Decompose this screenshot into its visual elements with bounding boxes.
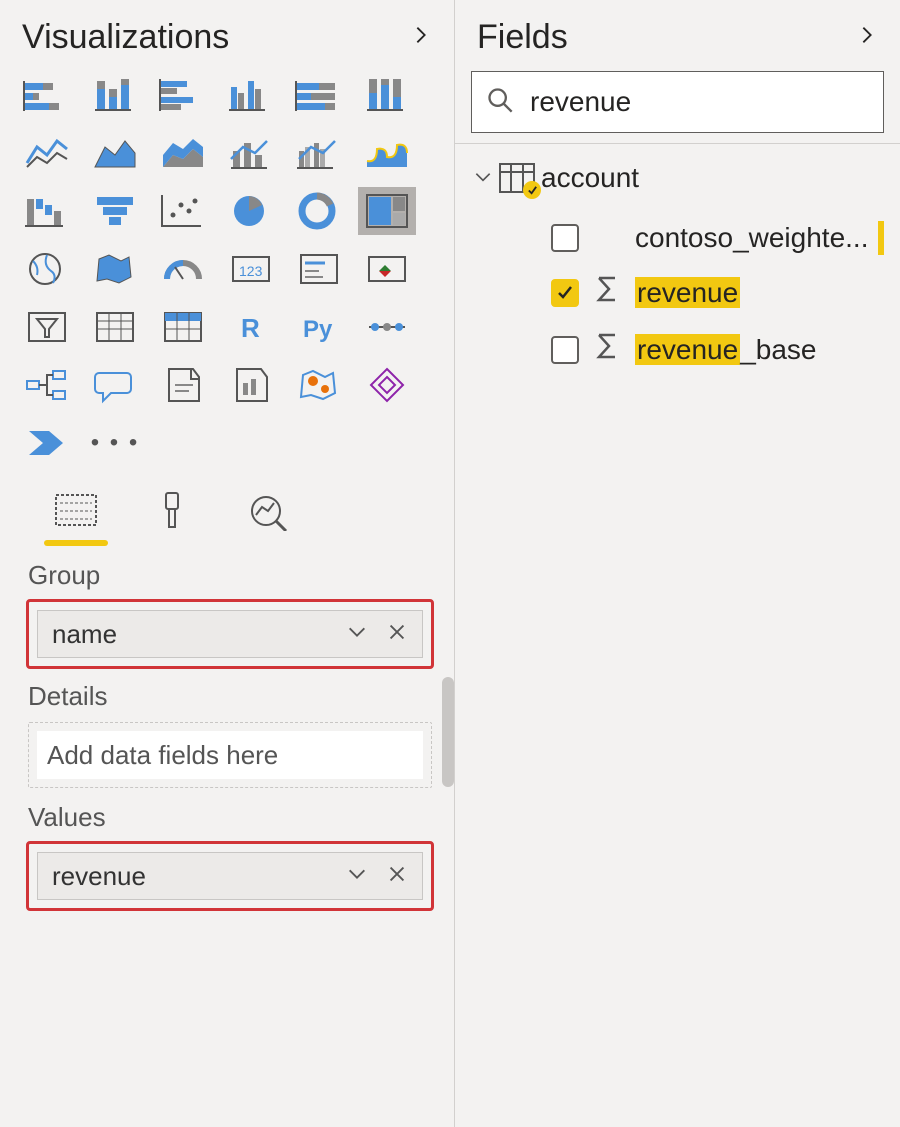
sigma-icon [595, 274, 619, 311]
well-group: Group name [0, 546, 454, 667]
svg-text:Py: Py [303, 316, 333, 343]
close-icon[interactable] [386, 619, 408, 650]
viz-clustered-bar-icon[interactable] [154, 71, 212, 119]
viz-smart-narrative-icon[interactable] [154, 361, 212, 409]
visualizations-title: Visualizations [22, 18, 229, 57]
svg-text:R: R [241, 313, 260, 343]
fields-title: Fields [477, 18, 568, 57]
viz-stacked-bar-icon[interactable] [18, 71, 76, 119]
viz-kpi-icon[interactable] [358, 245, 416, 293]
viz-power-automate-icon[interactable] [18, 419, 76, 467]
viz-power-apps-icon[interactable] [358, 361, 416, 409]
viz-tabs [0, 471, 454, 546]
tab-fields-icon[interactable] [52, 489, 100, 546]
well-values-drop[interactable]: revenue [28, 843, 432, 909]
chevron-down-icon[interactable] [346, 861, 368, 892]
viz-table-icon[interactable] [86, 303, 144, 351]
table-icon [499, 163, 535, 193]
highlight-marker-icon [878, 221, 884, 255]
viz-clustered-column-icon[interactable] [222, 71, 280, 119]
well-group-label: Group [28, 560, 432, 591]
field-row[interactable]: contoso_weighte... [473, 212, 884, 264]
viz-arcgis-map-icon[interactable] [290, 361, 348, 409]
checkbox-unchecked[interactable] [551, 224, 579, 252]
checkbox-unchecked[interactable] [551, 336, 579, 364]
viz-type-grid: 123 R Py • • • [0, 67, 454, 471]
table-name: account [541, 162, 639, 194]
viz-100-stacked-column-icon[interactable] [358, 71, 416, 119]
viz-more-options-icon[interactable]: • • • [86, 419, 144, 467]
tab-analytics-icon[interactable] [244, 489, 292, 546]
viz-card-icon[interactable]: 123 [222, 245, 280, 293]
viz-100-stacked-bar-icon[interactable] [290, 71, 348, 119]
viz-funnel-chart-icon[interactable] [86, 187, 144, 235]
field-name: revenue_base [635, 334, 816, 366]
viz-multi-row-card-icon[interactable] [290, 245, 348, 293]
viz-waterfall-chart-icon[interactable] [18, 187, 76, 235]
field-name: revenue [635, 277, 740, 309]
visualizations-pane: Visualizations [0, 0, 455, 1127]
well-details-label: Details [28, 681, 432, 712]
well-values: Values revenue [0, 788, 454, 909]
checkbox-checked[interactable] [551, 279, 579, 307]
viz-paginated-report-icon[interactable] [222, 361, 280, 409]
well-group-pill[interactable]: name [37, 610, 423, 658]
viz-slicer-icon[interactable] [18, 303, 76, 351]
well-group-drop[interactable]: name [28, 601, 432, 667]
viz-python-icon[interactable]: Py [290, 303, 348, 351]
viz-gauge-icon[interactable] [154, 245, 212, 293]
viz-key-influencers-icon[interactable] [358, 303, 416, 351]
fields-tree: account contoso_weighte... revenue reven… [455, 143, 900, 378]
chevron-down-icon[interactable] [473, 162, 493, 194]
viz-line-clustered-column-icon[interactable] [290, 129, 348, 177]
viz-r-script-icon[interactable]: R [222, 303, 280, 351]
viz-line-stacked-column-icon[interactable] [222, 129, 280, 177]
viz-map-icon[interactable] [18, 245, 76, 293]
fields-search-box[interactable] [471, 71, 884, 133]
visualizations-header: Visualizations [0, 0, 454, 67]
viz-qna-icon[interactable] [86, 361, 144, 409]
field-row[interactable]: revenue_base [473, 321, 884, 378]
viz-decomposition-tree-icon[interactable] [18, 361, 76, 409]
collapse-viz-chevron-icon[interactable] [410, 22, 432, 53]
viz-filled-map-icon[interactable] [86, 245, 144, 293]
well-group-pill-text: name [52, 619, 117, 650]
scrollbar-thumb[interactable] [442, 677, 454, 787]
viz-treemap-icon[interactable] [358, 187, 416, 235]
field-name: contoso_weighte... [635, 222, 869, 254]
field-row[interactable]: revenue [473, 264, 884, 321]
viz-area-chart-icon[interactable] [86, 129, 144, 177]
visualizations-body: 123 R Py • • • [0, 67, 454, 1127]
viz-donut-chart-icon[interactable] [290, 187, 348, 235]
well-details-drop[interactable]: Add data fields here [28, 722, 432, 788]
close-icon[interactable] [386, 861, 408, 892]
collapse-fields-chevron-icon[interactable] [856, 22, 878, 53]
fields-pane: Fields account [455, 0, 900, 1127]
check-badge-icon [523, 181, 541, 199]
well-values-pill[interactable]: revenue [37, 852, 423, 900]
chevron-down-icon[interactable] [346, 619, 368, 650]
tab-format-icon[interactable] [148, 489, 196, 546]
viz-stacked-column-icon[interactable] [86, 71, 144, 119]
search-icon [486, 86, 514, 119]
viz-pie-chart-icon[interactable] [222, 187, 280, 235]
fields-search-wrap [455, 67, 900, 143]
viz-matrix-icon[interactable] [154, 303, 212, 351]
well-values-label: Values [28, 802, 432, 833]
table-toggle[interactable]: account [473, 162, 884, 194]
viz-line-chart-icon[interactable] [18, 129, 76, 177]
viz-scatter-chart-icon[interactable] [154, 187, 212, 235]
sigma-icon [595, 331, 619, 368]
well-values-pill-text: revenue [52, 861, 146, 892]
fields-search-input[interactable] [528, 85, 869, 119]
well-details-placeholder: Add data fields here [37, 731, 423, 779]
viz-stacked-area-chart-icon[interactable] [154, 129, 212, 177]
svg-text:123: 123 [239, 263, 263, 279]
fields-header: Fields [455, 0, 900, 67]
viz-ribbon-chart-icon[interactable] [358, 129, 416, 177]
well-details: Details Add data fields here [0, 667, 454, 788]
